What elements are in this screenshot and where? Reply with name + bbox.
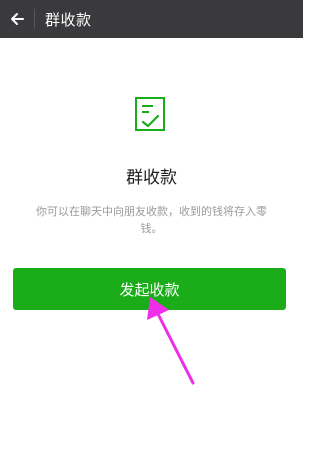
top-bar: 群收款 xyxy=(0,0,303,38)
header-divider xyxy=(34,9,35,29)
section-title: 群收款 xyxy=(126,168,177,188)
screen: 群收款 群收款 你可以在聊天中向朋友收款，收到的钱将存入零钱。 发起收款 xyxy=(0,0,303,453)
description-text: 你可以在聊天中向朋友收款，收到的钱将存入零钱。 xyxy=(36,205,267,235)
receipt-check-icon xyxy=(135,97,165,131)
back-arrow-icon xyxy=(11,13,24,25)
back-button[interactable] xyxy=(0,0,34,38)
page-title: 群收款 xyxy=(45,10,92,29)
start-collection-button[interactable]: 发起收款 xyxy=(13,268,286,310)
